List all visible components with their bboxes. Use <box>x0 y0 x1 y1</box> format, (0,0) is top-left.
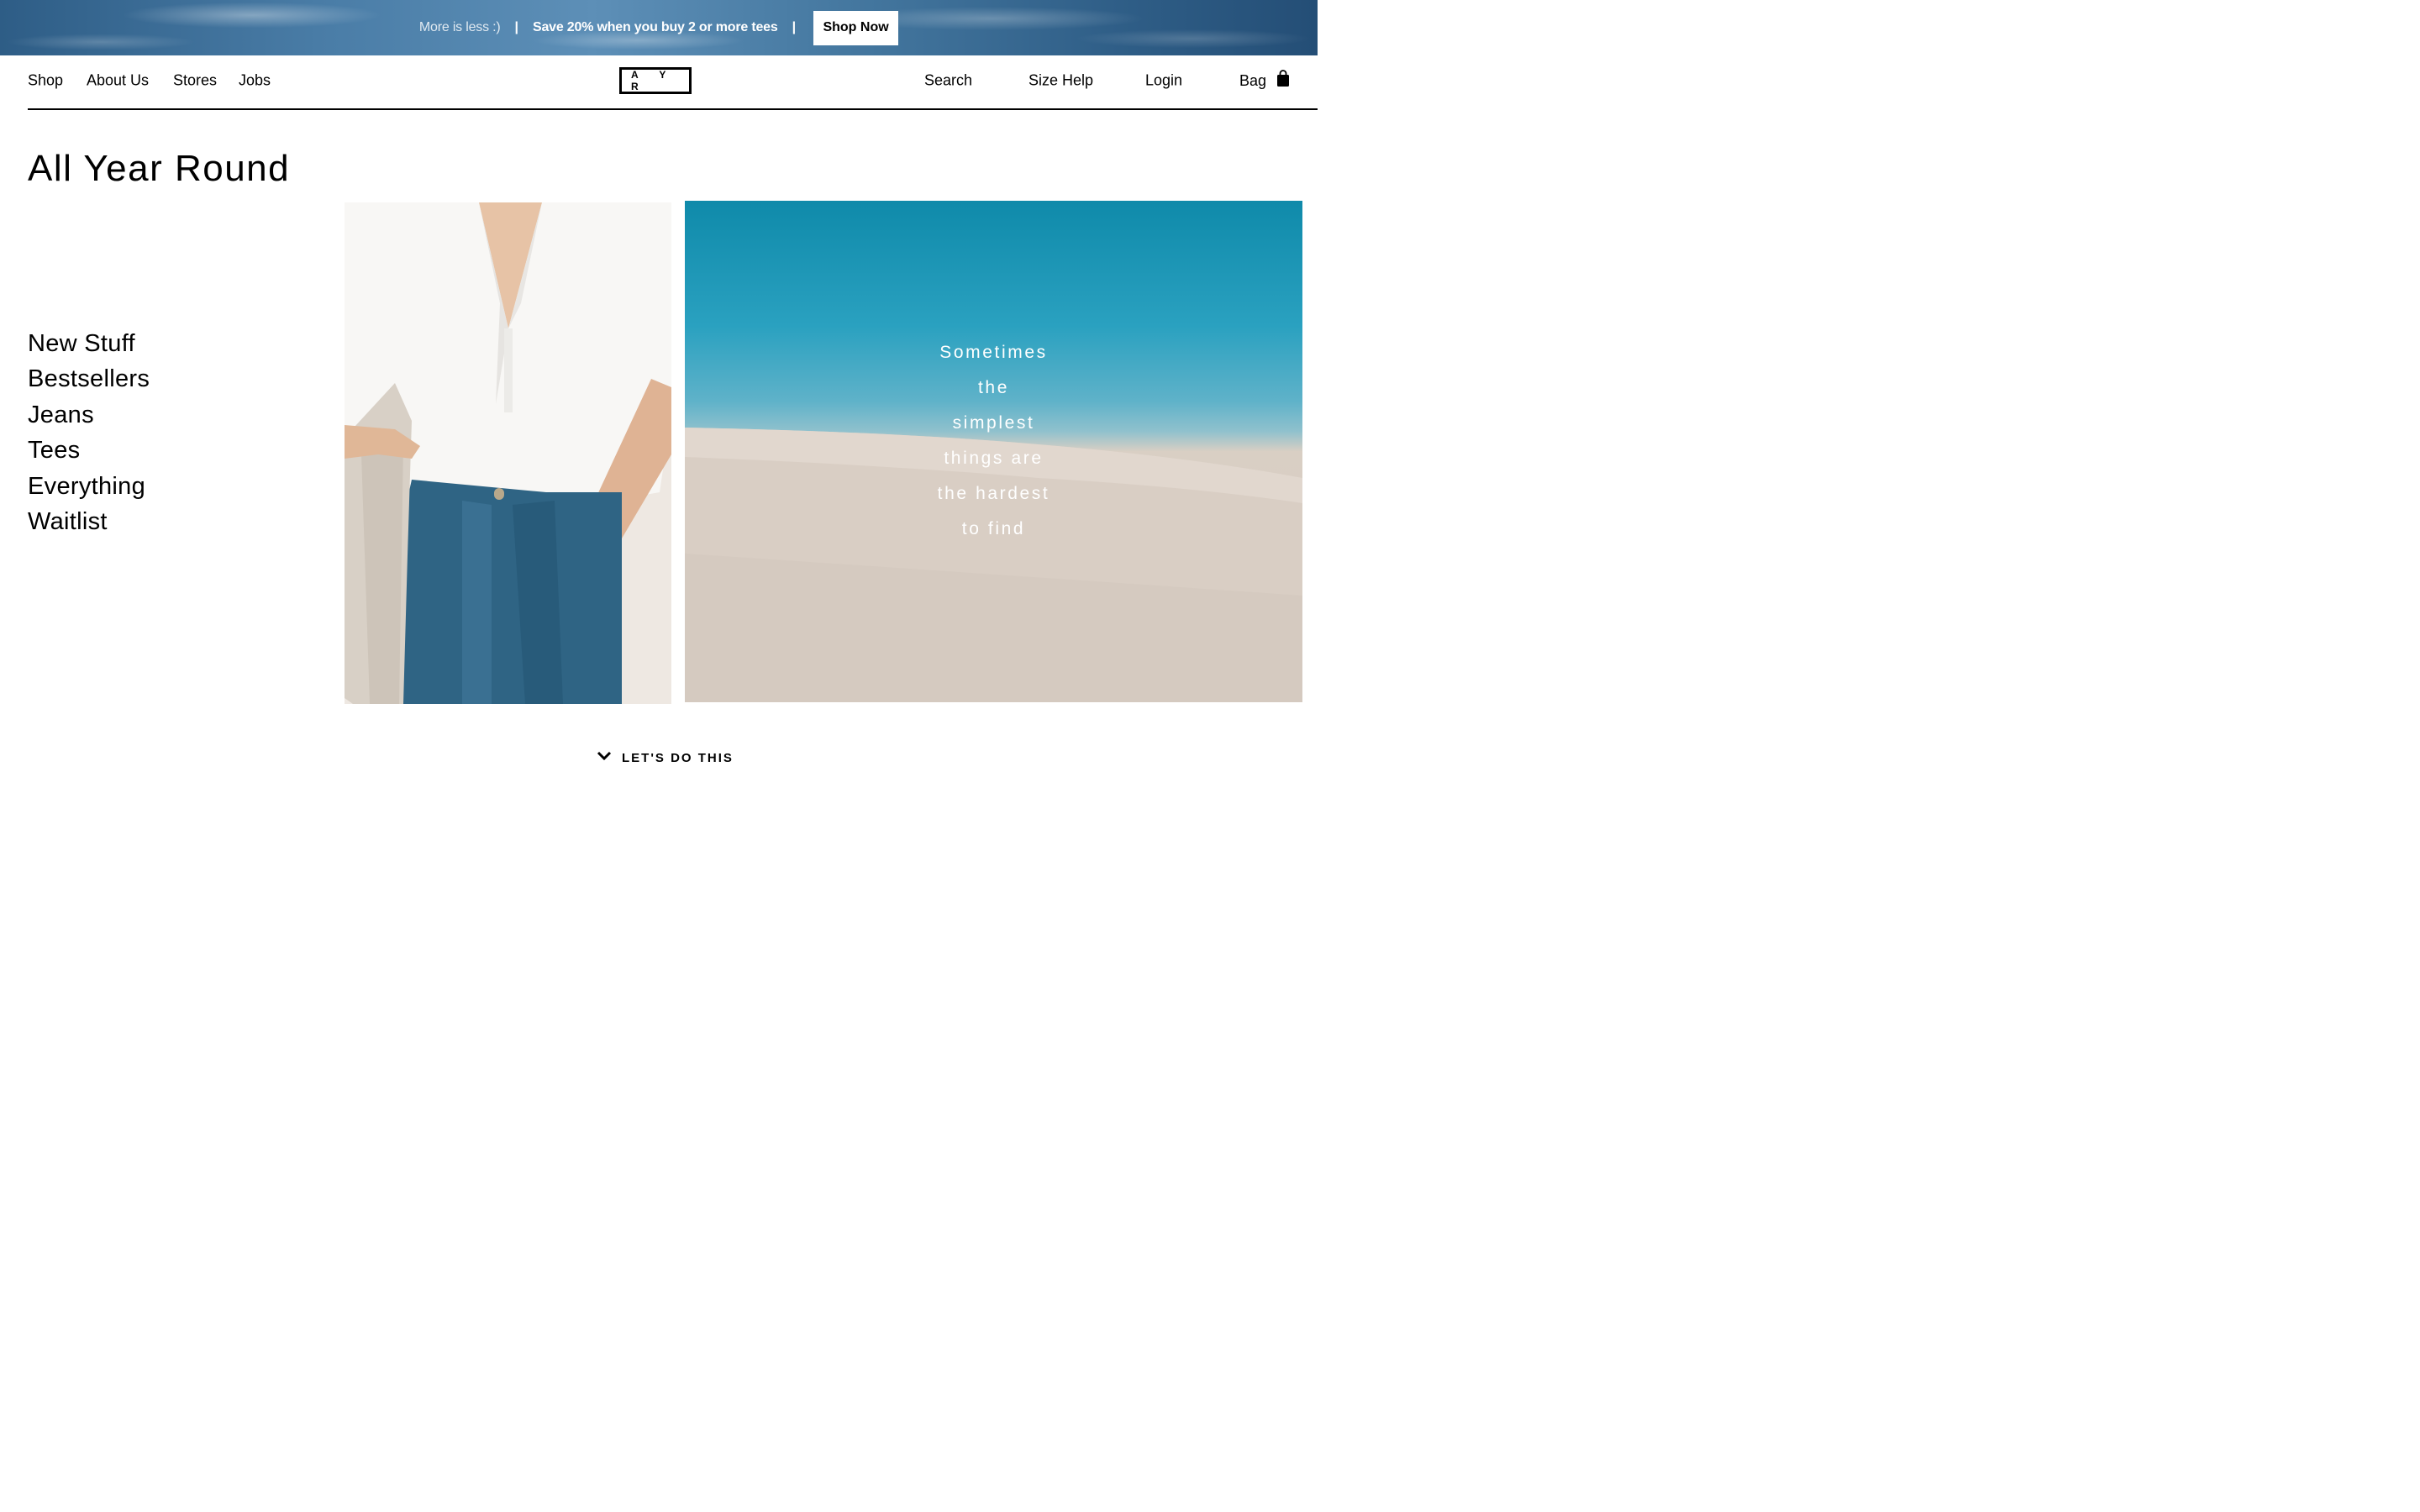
hero-photo-dune[interactable]: Sometimes the simplest things are the ha… <box>685 201 1302 702</box>
cta-label: LET'S DO THIS <box>622 750 734 765</box>
promo-offer: Save 20% when you buy 2 or more tees <box>532 20 778 34</box>
promo-separator: | <box>514 20 518 34</box>
nav-item-stores[interactable]: Stores <box>173 72 217 90</box>
menu-item-bestsellers[interactable]: Bestsellers <box>28 361 150 396</box>
nav-item-jobs[interactable]: Jobs <box>239 72 271 90</box>
quote-line: Sometimes <box>939 343 1048 362</box>
page-title: All Year Round <box>28 148 291 189</box>
menu-item-tees[interactable]: Tees <box>28 433 150 468</box>
menu-item-everything[interactable]: Everything <box>28 469 150 504</box>
nav-item-search[interactable]: Search <box>924 72 972 90</box>
chevron-down-icon <box>597 750 612 765</box>
promo-tagline: More is less :) <box>418 20 501 34</box>
nav-item-shop[interactable]: Shop <box>28 72 63 90</box>
shop-now-button[interactable]: Shop Now <box>813 10 899 45</box>
brand-logo[interactable]: A Y R <box>619 67 692 94</box>
nav-item-about-us[interactable]: About Us <box>87 72 149 90</box>
quote-line: simplest <box>952 413 1035 433</box>
model-illustration <box>345 202 671 704</box>
logo-text: A Y R <box>631 69 676 92</box>
menu-item-new-stuff[interactable]: New Stuff <box>28 326 150 361</box>
menu-item-waitlist[interactable]: Waitlist <box>28 504 150 539</box>
promo-content: More is less :) | Save 20% when you buy … <box>0 0 1318 55</box>
bag-label: Bag <box>1239 72 1267 89</box>
promo-banner: More is less :) | Save 20% when you buy … <box>0 0 1318 55</box>
quote-line: things are <box>944 449 1044 468</box>
menu-item-jeans[interactable]: Jeans <box>28 397 150 433</box>
hero-photo-model[interactable] <box>345 202 671 704</box>
header-nav: Shop About Us Stores Jobs A Y R Search S… <box>28 55 1318 110</box>
quote-line: the hardest <box>937 484 1050 503</box>
nav-item-login[interactable]: Login <box>1145 72 1182 90</box>
hero-quote: Sometimes the simplest things are the ha… <box>685 335 1302 547</box>
quote-line: the <box>978 378 1009 397</box>
nav-item-bag[interactable]: Bag <box>1239 70 1290 92</box>
nav-item-size-help[interactable]: Size Help <box>1028 72 1093 90</box>
quote-line: to find <box>961 519 1026 538</box>
promo-separator-2: | <box>792 20 797 34</box>
category-menu: New Stuff Bestsellers Jeans Tees Everyth… <box>28 326 150 539</box>
bag-icon <box>1276 70 1290 92</box>
lets-do-this-link[interactable]: LET'S DO THIS <box>597 748 734 768</box>
